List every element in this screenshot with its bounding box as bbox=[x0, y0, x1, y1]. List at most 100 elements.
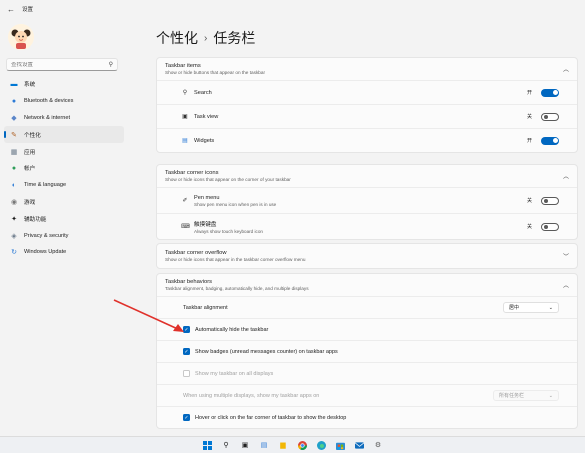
sidebar-item-gaming[interactable]: ◉ 游戏 bbox=[4, 194, 124, 211]
sidebar-item-personalization[interactable]: ✎ 个性化 bbox=[4, 126, 124, 144]
sidebar-item-label: 个性化 bbox=[24, 132, 41, 139]
brush-icon: ✎ bbox=[11, 131, 17, 139]
chrome-icon[interactable] bbox=[297, 440, 307, 450]
chevron-up-icon[interactable]: ︿ bbox=[563, 281, 569, 290]
search-box[interactable]: ⚲ bbox=[6, 58, 118, 71]
search-toggle[interactable] bbox=[541, 88, 559, 97]
main-content: 个性化 › 任务栏 Taskbar items Show or hide but… bbox=[156, 0, 580, 436]
setting-row-auto-hide: ✓ Automatically hide the taskbar bbox=[157, 318, 577, 340]
corner-icons-header[interactable]: Taskbar corner icons Show or hide icons … bbox=[157, 165, 577, 187]
search-icon[interactable]: ⚲ bbox=[221, 440, 231, 450]
widgets-icon: ▤ bbox=[182, 138, 188, 144]
breadcrumb-separator: › bbox=[204, 32, 208, 44]
section-title: Taskbar behaviors bbox=[165, 279, 213, 285]
setting-description: Show pen menu icon when pen is in use bbox=[194, 201, 277, 207]
sidebar-item-accessibility[interactable]: ✦ 辅助功能 bbox=[4, 210, 124, 227]
settings-icon[interactable]: ⚙ bbox=[373, 440, 383, 450]
section-subtitle: Show or hide icons that appear in the ta… bbox=[165, 257, 306, 262]
widgets-icon[interactable]: ▤ bbox=[259, 440, 269, 450]
sidebar-item-accounts[interactable]: ● 帐户 bbox=[4, 160, 124, 177]
chevron-up-icon[interactable]: ︿ bbox=[563, 172, 569, 181]
checkbox-label: Hover or click on the far corner of task… bbox=[195, 414, 347, 421]
windows-start-icon[interactable] bbox=[202, 440, 212, 450]
keyboard-icon: ⌨ bbox=[181, 224, 190, 230]
avatar-image bbox=[8, 24, 34, 50]
taskbar-behaviors-card: Taskbar behaviors Taskbar alignment, bad… bbox=[156, 273, 578, 429]
sidebar-item-windows-update[interactable]: ↻ Windows Update bbox=[4, 244, 124, 261]
sidebar-item-label: Windows Update bbox=[24, 249, 67, 256]
sidebar-item-label: 系统 bbox=[24, 82, 36, 89]
touch-keyboard-toggle[interactable] bbox=[541, 222, 559, 231]
sidebar-item-privacy[interactable]: ◈ Privacy & security bbox=[4, 227, 124, 244]
sidebar-item-apps[interactable]: ▦ 应用 bbox=[4, 143, 124, 160]
checkbox-label: Automatically hide the taskbar bbox=[195, 326, 269, 333]
badges-checkbox[interactable]: ✓ bbox=[183, 348, 190, 355]
setting-row-all-displays: Show my taskbar on all displays bbox=[157, 362, 577, 384]
pen-menu-toggle[interactable] bbox=[541, 196, 559, 205]
wifi-icon: ◆ bbox=[11, 114, 17, 122]
corner-overflow-header[interactable]: Taskbar corner overflow Show or hide ico… bbox=[157, 244, 577, 268]
windows-taskbar: ⚲ ▣ ▤ ▆ ⚙ bbox=[0, 436, 585, 453]
store-icon[interactable] bbox=[335, 440, 345, 450]
file-explorer-icon[interactable]: ▆ bbox=[278, 440, 288, 450]
behaviors-header[interactable]: Taskbar behaviors Taskbar alignment, bad… bbox=[157, 274, 577, 296]
section-subtitle: Show or hide buttons that appear on the … bbox=[165, 70, 266, 75]
sidebar-item-bluetooth[interactable]: ● Bluetooth & devices bbox=[4, 93, 124, 110]
setting-label: Search bbox=[194, 89, 212, 96]
sidebar-item-label: 辅助功能 bbox=[24, 216, 47, 223]
toggle-state-text: 开 bbox=[526, 90, 532, 96]
chevron-up-icon[interactable]: ︿ bbox=[563, 65, 569, 74]
setting-description: Always show touch keyboard icon bbox=[194, 228, 263, 234]
taskbar-items-card: Taskbar items Show or hide buttons that … bbox=[156, 57, 578, 153]
far-corner-checkbox[interactable]: ✓ bbox=[183, 414, 190, 421]
multi-display-dropdown[interactable]: 所有任务栏 ⌄ bbox=[493, 390, 559, 401]
sidebar-item-network[interactable]: ◆ Network & internet bbox=[4, 110, 124, 127]
setting-row-touch-keyboard: ⌨ 触摸键盘 Always show touch keyboard icon 关 bbox=[157, 213, 577, 239]
widgets-toggle[interactable] bbox=[541, 136, 559, 145]
all-displays-checkbox[interactable] bbox=[183, 370, 190, 377]
back-arrow-icon[interactable]: ← bbox=[4, 2, 18, 16]
monitor-icon: ▬ bbox=[10, 80, 18, 88]
edge-icon[interactable] bbox=[316, 440, 326, 450]
chevron-down-icon: ⌄ bbox=[548, 392, 553, 399]
setting-row-badges: ✓ Show badges (unread messages counter) … bbox=[157, 340, 577, 362]
setting-label: Task view bbox=[194, 113, 219, 120]
breadcrumb-parent[interactable]: 个性化 bbox=[156, 28, 198, 48]
toggle-state-text: 开 bbox=[526, 138, 532, 144]
dropdown-value: 居中 bbox=[509, 305, 520, 311]
breadcrumb: 个性化 › 任务栏 bbox=[156, 28, 255, 48]
chevron-down-icon[interactable]: ﹀ bbox=[563, 252, 569, 261]
sidebar-item-system[interactable]: ▬ 系统 bbox=[4, 76, 124, 93]
account-icon: ● bbox=[11, 164, 17, 172]
sidebar-item-label: Time & language bbox=[24, 182, 67, 189]
setting-row-multi-display: When using multiple displays, show my ta… bbox=[157, 384, 577, 406]
dropdown-value: 所有任务栏 bbox=[499, 393, 525, 399]
task-view-toggle[interactable] bbox=[541, 112, 559, 121]
avatar[interactable] bbox=[8, 24, 34, 50]
section-title: Taskbar items bbox=[165, 63, 201, 69]
search-input[interactable] bbox=[11, 61, 109, 68]
setting-label: Pen menu bbox=[194, 194, 220, 201]
section-title: Taskbar corner icons bbox=[165, 170, 219, 176]
checkbox-label: Show my taskbar on all displays bbox=[195, 370, 274, 377]
mail-icon[interactable] bbox=[354, 440, 364, 450]
update-icon: ↻ bbox=[11, 249, 17, 257]
taskbar-items-header[interactable]: Taskbar items Show or hide buttons that … bbox=[157, 58, 577, 80]
toggle-state-text: 关 bbox=[526, 224, 532, 230]
taskbar-corner-overflow-card[interactable]: Taskbar corner overflow Show or hide ico… bbox=[156, 243, 578, 269]
task-view-icon: ▣ bbox=[182, 114, 188, 120]
toggle-state-text: 关 bbox=[526, 198, 532, 204]
sidebar-item-label: Privacy & security bbox=[24, 232, 69, 239]
search-icon: ⚲ bbox=[108, 62, 113, 68]
sidebar-item-time-language[interactable]: ◐ Time & language bbox=[4, 177, 124, 194]
setting-row-widgets: ▤ Widgets 开 bbox=[157, 128, 577, 152]
arrow-shaft bbox=[113, 299, 181, 331]
setting-row-pen-menu: ✐ Pen menu Show pen menu icon when pen i… bbox=[157, 187, 577, 213]
task-view-icon[interactable]: ▣ bbox=[240, 440, 250, 450]
alignment-dropdown[interactable]: 居中 ⌄ bbox=[503, 302, 559, 313]
annotation-arrow bbox=[113, 299, 184, 332]
sidebar-item-label: Network & internet bbox=[24, 114, 71, 121]
chevron-down-icon: ⌄ bbox=[548, 304, 553, 311]
setting-label: Widgets bbox=[194, 137, 215, 144]
setting-row-task-view: ▣ Task view 关 bbox=[157, 104, 577, 128]
